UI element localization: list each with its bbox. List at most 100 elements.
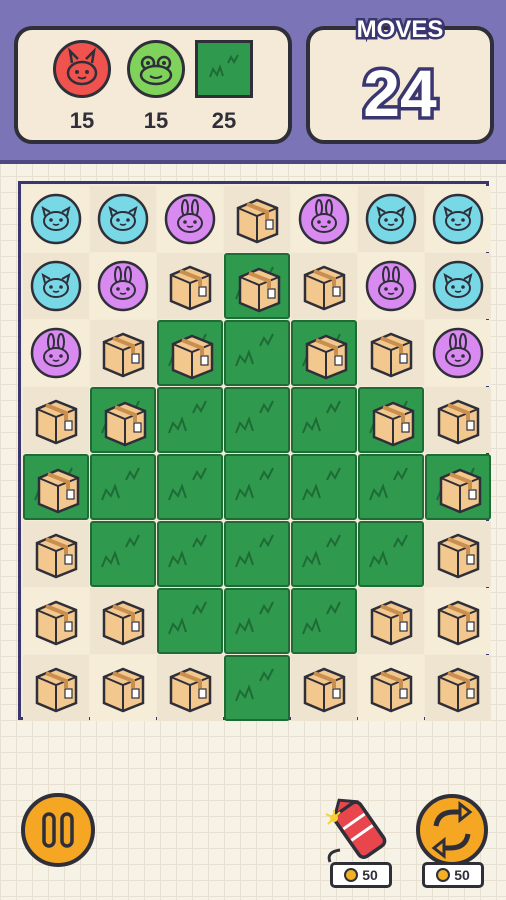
board-cell[interactable] — [291, 454, 357, 520]
board-cell[interactable] — [157, 655, 223, 721]
board-cell[interactable] — [358, 454, 424, 520]
board-cell[interactable] — [291, 186, 357, 252]
pause-icon — [21, 793, 95, 867]
grass-blades-icon — [235, 534, 274, 568]
board-cell[interactable] — [425, 655, 491, 721]
coin-icon — [344, 868, 359, 882]
grass-blades-icon — [302, 601, 341, 635]
goal-grass-count: 25 — [211, 108, 237, 133]
board-cell[interactable] — [425, 521, 491, 587]
pink-bunny-icon — [164, 193, 216, 245]
grass-blades-icon — [302, 400, 341, 434]
board-cell[interactable] — [358, 655, 424, 721]
board-cell[interactable] — [358, 521, 424, 587]
blue-cat-icon — [365, 193, 417, 245]
shuffle-booster-button[interactable]: 50 — [412, 792, 496, 892]
board-cell[interactable] — [224, 521, 290, 587]
board-cell[interactable] — [291, 387, 357, 453]
pink-bunny-icon — [365, 260, 417, 312]
board-cell[interactable] — [291, 320, 357, 386]
board-cell[interactable] — [224, 320, 290, 386]
board-cell[interactable] — [23, 186, 89, 252]
grass-blades-icon — [101, 467, 140, 501]
board-cell[interactable] — [224, 454, 290, 520]
board-cell[interactable] — [90, 186, 156, 252]
board-cell[interactable] — [425, 186, 491, 252]
board-cell[interactable] — [23, 655, 89, 721]
board-cell[interactable] — [90, 521, 156, 587]
board-cell[interactable] — [157, 521, 223, 587]
board-cell[interactable] — [90, 253, 156, 319]
box-icon — [171, 334, 214, 380]
board-cell[interactable] — [291, 655, 357, 721]
pink-bunny-icon — [30, 327, 82, 379]
board-cell[interactable] — [291, 588, 357, 654]
board-cell[interactable] — [23, 320, 89, 386]
box-icon — [102, 332, 145, 378]
board-cell[interactable] — [291, 253, 357, 319]
rocket-price: 50 — [362, 867, 378, 883]
board-cell[interactable] — [425, 454, 491, 520]
board-cell[interactable] — [358, 588, 424, 654]
grass-blades-icon — [168, 601, 207, 635]
box-icon — [439, 468, 482, 514]
board-cell[interactable] — [23, 521, 89, 587]
board-cell[interactable] — [157, 320, 223, 386]
board-cell[interactable] — [90, 454, 156, 520]
board-cell[interactable] — [224, 387, 290, 453]
board-cell[interactable] — [90, 655, 156, 721]
board-cell[interactable] — [157, 387, 223, 453]
box-icon — [37, 468, 80, 514]
goal-green-frog-count: 15 — [143, 108, 169, 133]
board-cell[interactable] — [157, 253, 223, 319]
box-icon — [370, 332, 413, 378]
board-cell[interactable] — [425, 320, 491, 386]
board-cell[interactable] — [157, 186, 223, 252]
rocket-icon — [325, 798, 387, 863]
board-cell[interactable] — [358, 253, 424, 319]
box-icon — [303, 265, 346, 311]
pink-bunny-icon — [97, 260, 149, 312]
top-bar: 15 15 25 MOVES 24 — [0, 0, 506, 164]
board-cell[interactable] — [90, 588, 156, 654]
board-cell[interactable] — [23, 253, 89, 319]
grass-blades-icon — [168, 467, 207, 501]
grass-blades-icon — [101, 534, 140, 568]
rocket-booster-button[interactable]: 50 — [318, 792, 402, 892]
board-cell[interactable] — [425, 588, 491, 654]
board-cell[interactable] — [425, 387, 491, 453]
board-cell[interactable] — [90, 320, 156, 386]
goals-panel: 15 15 25 — [14, 26, 292, 144]
board-cell[interactable] — [224, 588, 290, 654]
board-cell[interactable] — [157, 454, 223, 520]
goal-red-bunny-count: 15 — [69, 108, 95, 133]
blue-cat-icon — [97, 193, 149, 245]
board-cell[interactable] — [224, 253, 290, 319]
green-frog-icon — [127, 40, 185, 98]
grass-blades-icon — [168, 400, 207, 434]
board-cell[interactable] — [23, 588, 89, 654]
board-cell[interactable] — [358, 387, 424, 453]
box-icon — [370, 667, 413, 713]
board-cell[interactable] — [23, 387, 89, 453]
board-cell[interactable] — [291, 521, 357, 587]
goal-grass: 25 — [192, 40, 256, 134]
pause-button[interactable] — [20, 792, 96, 868]
board-cell[interactable] — [425, 253, 491, 319]
grass-blades-icon — [302, 467, 341, 501]
moves-label: MOVES — [354, 14, 446, 46]
box-icon — [102, 667, 145, 713]
grass-blades-icon — [369, 534, 408, 568]
board-cell[interactable] — [157, 588, 223, 654]
board-cell[interactable] — [358, 320, 424, 386]
board-cell[interactable] — [224, 186, 290, 252]
board-cell[interactable] — [358, 186, 424, 252]
board-cell[interactable] — [224, 655, 290, 721]
coin-icon — [436, 868, 451, 882]
blue-cat-icon — [432, 260, 484, 312]
box-icon — [102, 600, 145, 646]
box-icon — [437, 600, 480, 646]
board-cell[interactable] — [90, 387, 156, 453]
game-board — [18, 181, 491, 721]
board-cell[interactable] — [23, 454, 89, 520]
